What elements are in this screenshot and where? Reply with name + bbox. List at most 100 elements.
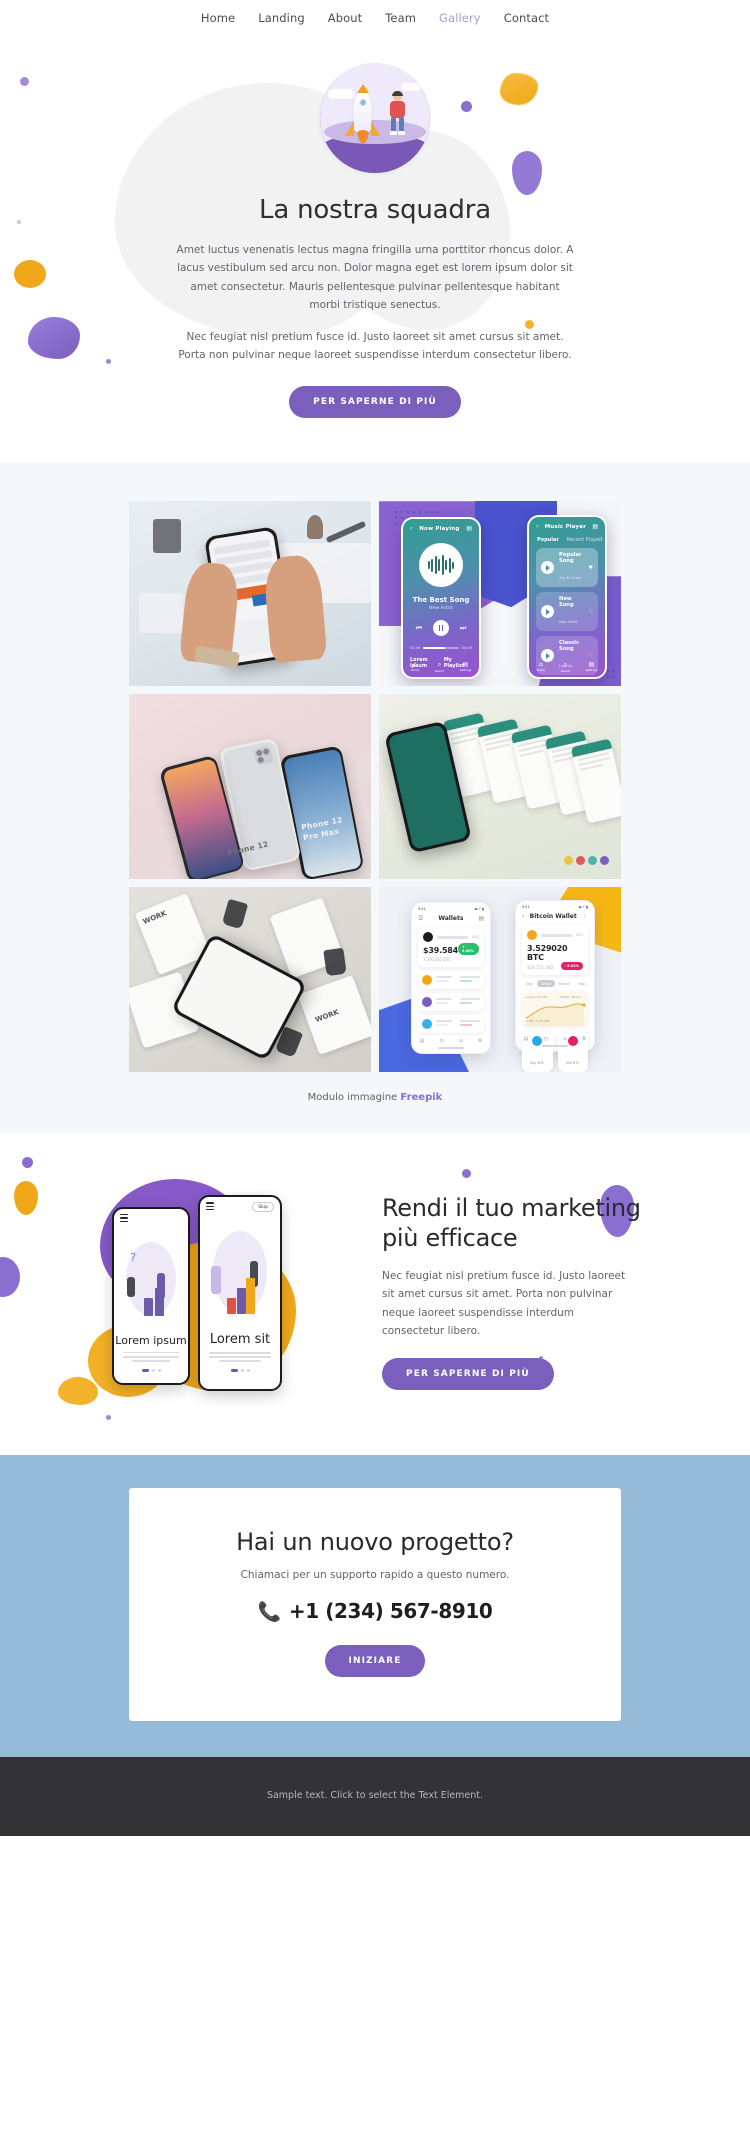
cta-phone-number[interactable]: 📞 +1 (234) 567-8910 — [129, 1599, 621, 1623]
card-icon[interactable]: ▤ — [478, 915, 484, 922]
music-segments: Popular Recent Played — [537, 537, 605, 543]
tab-settings[interactable]: ▤ Settings — [586, 661, 597, 673]
cloud-icon-1 — [328, 89, 354, 99]
work-card-label: WORK — [141, 909, 168, 927]
phone-mockup-wallets: 9:41 ▬ ⚡ ▮ ☰ Wallets ▤ USD $39.584 + 5.0… — [411, 902, 491, 1055]
heart-icon[interactable]: ♥ — [589, 565, 593, 571]
tab-wallet-icon[interactable]: ▤ — [524, 1036, 529, 1042]
segment-day[interactable]: Day — [522, 980, 537, 987]
tab-settings-icon[interactable]: ⚙ — [582, 1036, 586, 1042]
more-icon[interactable]: ⋮ — [582, 913, 588, 920]
status-bar: 9:41 ▬ ⚡ ▮ — [418, 907, 484, 912]
nav-item-landing[interactable]: Landing — [258, 11, 305, 25]
filter-icon[interactable]: ☰ — [418, 915, 423, 922]
back-chevron-icon[interactable]: ‹ — [522, 913, 524, 920]
hamburger-icon[interactable] — [206, 1202, 214, 1212]
nav-item-contact[interactable]: Contact — [504, 11, 549, 25]
nav-item-home[interactable]: Home — [201, 11, 235, 25]
bitcoin-change-badge: - 5.02% — [560, 962, 583, 971]
balance-label — [437, 936, 468, 939]
tab-alert-icon[interactable]: ⌂ — [459, 1038, 462, 1044]
gallery-item-music-app[interactable]: ‹ Now Playing ▤ The Best Song New Artist… — [379, 501, 621, 687]
main-navigation: Home Landing About Team Gallery Contact — [0, 0, 750, 35]
credit-link-freepik[interactable]: Freepik — [400, 1092, 442, 1103]
nav-item-team[interactable]: Team — [385, 11, 416, 25]
rocket-fin-right — [371, 121, 380, 136]
balance-sub: 7.291332 BTC — [423, 957, 452, 963]
chair-icon-1 — [221, 898, 249, 930]
progress-bar[interactable]: 02:49 04:09 — [410, 646, 472, 650]
balance-change-badge: + 5.00% — [458, 942, 479, 955]
segment-month[interactable]: Month — [555, 980, 574, 987]
page-root: Home Landing About Team Gallery Contact — [0, 0, 750, 1837]
marketing-content: ? Lorem ipsum Skip Lorem sit Rendi il tu… — [80, 1175, 670, 1405]
gallery-item-phones-pink[interactable]: Phone 12 Pro Max Phone 12 — [129, 694, 371, 880]
marketing-learn-more-button[interactable]: PER SAPERNE DI PIÙ — [382, 1358, 554, 1391]
nav-item-gallery[interactable]: Gallery — [439, 11, 481, 25]
currency-selector[interactable]: USD — [472, 935, 479, 939]
album-wave-icon — [419, 543, 463, 588]
wallets-header: ☰ Wallets ▤ — [412, 911, 490, 922]
figure-icon — [127, 1276, 136, 1297]
nav-item-about[interactable]: About — [328, 11, 363, 25]
person-body — [390, 101, 405, 118]
sell-btc-label: Sell BTC — [565, 1061, 580, 1066]
tab-search[interactable]: ⌕ Search — [561, 661, 571, 673]
skip-button[interactable]: Skip — [252, 1202, 274, 1213]
heart-icon[interactable]: ♡ — [589, 609, 593, 615]
tab-search[interactable]: ⌕ Search — [435, 661, 445, 673]
pause-button[interactable] — [433, 620, 449, 637]
heart-icon[interactable]: ♡ — [589, 653, 593, 659]
mockup-card-title-2: Lorem sit — [209, 1332, 271, 1348]
play-icon[interactable] — [541, 561, 554, 575]
mockup-illustration-2 — [200, 1218, 280, 1326]
tab-clock-icon[interactable]: ◷ — [544, 1036, 548, 1042]
play-icon[interactable] — [541, 605, 554, 619]
segment-year[interactable]: Year — [574, 980, 590, 987]
gallery-item-wallet-app[interactable]: 9:41 ▬ ⚡ ▮ ☰ Wallets ▤ USD $39.584 + 5.0… — [379, 887, 621, 1073]
cta-start-button[interactable]: INIZIARE — [324, 1645, 426, 1678]
tab-wallet-icon[interactable]: ▤ — [420, 1038, 425, 1044]
tab-clock-icon[interactable]: ◷ — [440, 1038, 444, 1044]
chart-bar — [143, 1297, 153, 1316]
gallery-item-work-screens[interactable]: WORK WORK — [129, 887, 371, 1073]
mockup-card-text-2 — [209, 1352, 271, 1363]
gallery-item-hand-phone[interactable] — [129, 501, 371, 687]
bitcoin-sub: $19.753 USD — [527, 964, 554, 970]
hero-learn-more-button[interactable]: PER SAPERNE DI PIÙ — [289, 386, 461, 419]
wallet-row[interactable] — [418, 971, 484, 990]
chart-note-label: 1 BTC = $5.483 — [526, 1019, 550, 1024]
coin-icon-xrp — [422, 1019, 432, 1030]
hero-section: La nostra squadra Amet luctus venenatis … — [0, 35, 750, 464]
tab-alert-icon[interactable]: ⌂ — [563, 1036, 566, 1042]
mockup-pagination-1[interactable] — [114, 1368, 188, 1372]
song-row[interactable]: New Song New Artist ♡ — [536, 592, 598, 632]
marketing-paragraph: Nec feugiat nisl pretium fusce id. Justo… — [382, 1269, 626, 1337]
wallet-row[interactable] — [418, 1015, 484, 1034]
segment-week[interactable]: Week — [537, 980, 555, 988]
gallery-item-dark-phone[interactable] — [379, 694, 621, 880]
tab-settings-icon[interactable]: ⚙ — [478, 1038, 482, 1044]
tab-home[interactable]: ⌂ Home — [411, 661, 419, 673]
hamburger-icon[interactable] — [120, 1214, 128, 1224]
person-leg-left — [391, 117, 396, 132]
tab-settings[interactable]: ▤ Settings — [460, 661, 471, 673]
mockup-illustration-1: ? — [114, 1230, 188, 1328]
previous-icon[interactable]: ⏮ — [416, 624, 422, 633]
person-shoe-left — [390, 131, 397, 135]
mockup-pagination-2[interactable] — [200, 1369, 280, 1373]
rocket-window — [359, 99, 366, 106]
playlist-item[interactable]: ♪ Popular Song Top 40 Artist — [410, 675, 472, 677]
next-icon[interactable]: ⏭ — [460, 624, 466, 633]
mockup-topbar — [114, 1209, 188, 1224]
tab-home[interactable]: ⌂ Home — [537, 661, 545, 673]
playlist-add-icon: ▤ — [592, 523, 598, 531]
segment-popular[interactable]: Popular — [537, 537, 559, 543]
buy-btc-label: Buy BTC — [530, 1061, 545, 1066]
bitcoin-title: Bitcoin Wallet — [529, 913, 577, 921]
wallet-row[interactable] — [418, 993, 484, 1012]
segment-recent[interactable]: Recent Played — [567, 537, 603, 543]
song-row[interactable]: Popular Song Top 40 Artist ♥ — [536, 548, 598, 588]
color-dots — [564, 856, 609, 866]
person-illustration — [388, 91, 408, 136]
